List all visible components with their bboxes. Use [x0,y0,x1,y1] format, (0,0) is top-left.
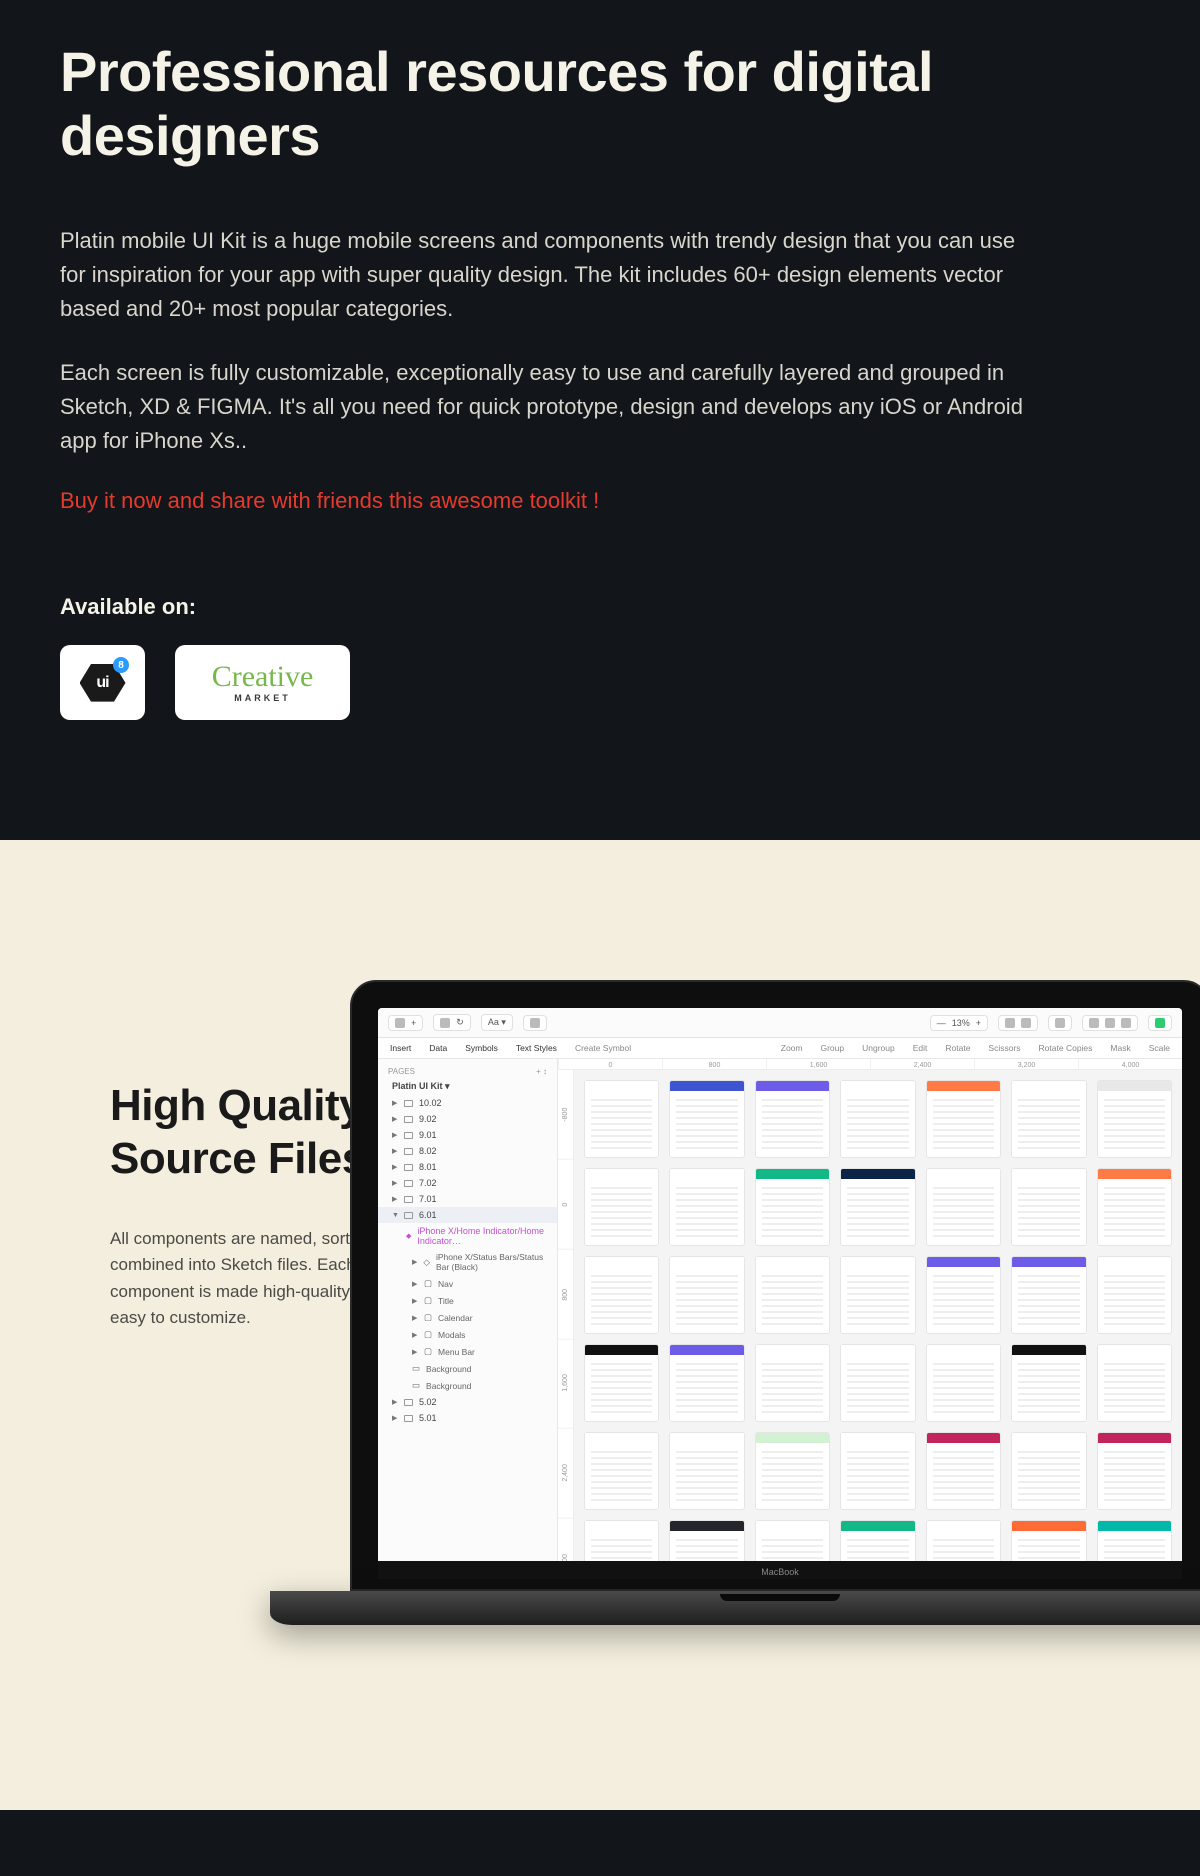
list-item: ▶8.01 [378,1159,557,1175]
sketch-sidebar: PAGES+ ↕ Platin UI Kit ▾ ▶10.02 ▶9.02 ▶9… [378,1059,558,1579]
list-item: ▭ Background [378,1360,557,1377]
list-item: ▶7.02 [378,1175,557,1191]
list-item: ▶5.02 [378,1394,557,1410]
list-item: ▶▢ Nav [378,1275,557,1292]
creative-market-logo-text: Creative [212,665,314,689]
ui8-store-badge[interactable]: ui 8 [60,645,145,720]
hero-paragraph-1: Platin mobile UI Kit is a huge mobile sc… [60,224,1040,326]
list-item: ▭ Background [378,1377,557,1394]
list-item: ▶7.01 [378,1191,557,1207]
list-item: ▶9.02 [378,1111,557,1127]
list-item: ▶8.02 [378,1143,557,1159]
ui8-badge-number: 8 [113,657,129,673]
creative-market-badge[interactable]: Creative MARKET [175,645,350,720]
list-item: ▶▢ Modals [378,1326,557,1343]
sketch-canvas [574,1070,1182,1579]
list-item: ▶▢ Calendar [378,1309,557,1326]
hero-title: Professional resources for digital desig… [60,40,1140,169]
list-item: ▶◇ iPhone X/Status Bars/Status Bar (Blac… [378,1249,557,1275]
sketch-app-window: + ↻ Aa ▾ — 13% + Insert Data Symbols Tex… [378,1008,1182,1579]
hero-paragraph-2: Each screen is fully customizable, excep… [60,356,1040,458]
sketch-ruler-v: -80008001,6002,4003,200 [558,1070,574,1579]
list-item: ▶10.02 [378,1095,557,1111]
macbook-label: MacBook [378,1561,1182,1579]
list-item: ▶9.01 [378,1127,557,1143]
source-files-section: High Quality Source Files All components… [0,840,1200,1810]
list-item: ▼6.01 [378,1207,557,1223]
list-item: ▶5.01 [378,1410,557,1426]
store-badges-row: ui 8 Creative MARKET [60,645,1140,720]
macbook-base [270,1591,1200,1625]
sketch-ruler-h: 08001,6002,4003,2004,000 [558,1059,1182,1070]
macbook-mockup: + ↻ Aa ▾ — 13% + Insert Data Symbols Tex… [350,980,1200,1625]
selected-layer: ◆iPhone X/Home Indicator/Home Indicator… [378,1223,557,1249]
available-on-label: Available on: [60,594,1140,620]
hero-cta-text: Buy it now and share with friends this a… [60,488,1140,514]
sidebar-project: Platin UI Kit ▾ [378,1078,557,1095]
sketch-toolbar: + ↻ Aa ▾ — 13% + [378,1008,1182,1038]
creative-market-logo-sub: MARKET [234,693,291,703]
list-item: ▶▢ Menu Bar [378,1343,557,1360]
list-item: ▶▢ Title [378,1292,557,1309]
sketch-menubar: Insert Data Symbols Text Styles Create S… [378,1038,1182,1059]
